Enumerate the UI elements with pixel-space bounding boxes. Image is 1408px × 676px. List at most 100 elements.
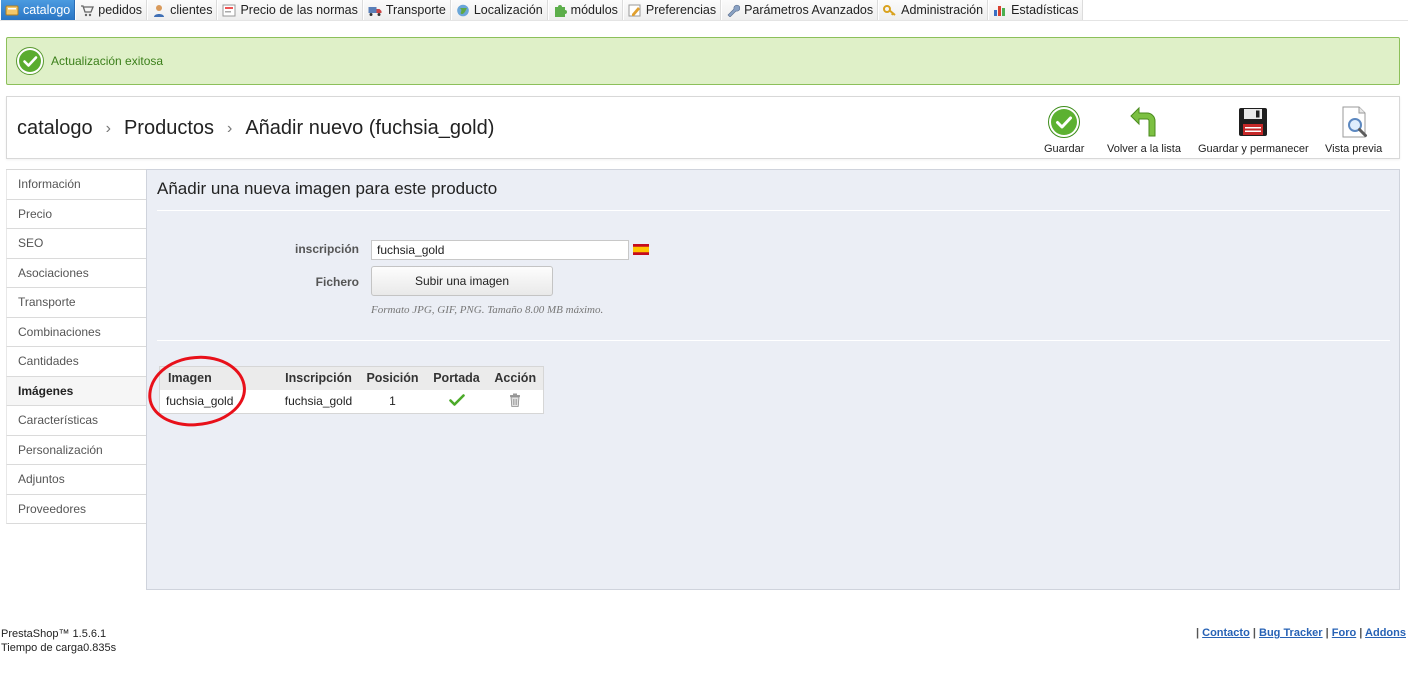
breadcrumb-productos[interactable]: Productos — [124, 117, 214, 140]
table-header-row: Imagen Inscripción Posición Portada Acci… — [159, 366, 544, 390]
success-check-icon — [15, 46, 45, 76]
menu-label: Localización — [473, 3, 543, 17]
menu-label: Precio de las normas — [240, 3, 358, 17]
tab-transporte[interactable]: Transporte — [6, 288, 147, 318]
spain-flag-icon[interactable] — [633, 244, 649, 255]
cell-position: 1 — [389, 394, 396, 409]
preview-label: Vista previa — [1325, 143, 1383, 155]
inscription-input[interactable] — [371, 240, 629, 260]
save-label: Guardar — [1044, 143, 1085, 155]
tab-asociaciones[interactable]: Asociaciones — [6, 258, 147, 288]
upload-image-button[interactable]: Subir una imagen — [371, 266, 553, 296]
footer-load-time: Tiempo de carga0.835s — [1, 642, 117, 654]
footer-link-addons[interactable]: Addons — [1365, 627, 1406, 639]
col-posicion: Posición — [359, 366, 426, 390]
menu-item-parametros-avanzados[interactable]: Parámetros Avanzados — [721, 0, 879, 20]
file-label: Fichero — [315, 275, 359, 289]
tab-precio[interactable]: Precio — [6, 199, 147, 229]
stats-icon — [993, 4, 1007, 17]
cell-image: fuchsia_gold — [166, 394, 234, 409]
product-tabs: Información Precio SEO Asociaciones Tran… — [6, 169, 147, 524]
menu-item-transporte[interactable]: Transporte — [362, 0, 451, 20]
menu-label: módulos — [570, 3, 618, 17]
menu-item-catalogo[interactable]: catalogo — [0, 0, 76, 20]
tab-combinaciones[interactable]: Combinaciones — [6, 317, 147, 347]
footer-links: | Contacto | Bug Tracker | Foro | Addons — [1195, 627, 1406, 639]
image-table: Imagen Inscripción Posición Portada Acci… — [159, 366, 544, 414]
inscription-label: inscripción — [294, 242, 359, 256]
customer-icon — [152, 4, 166, 17]
preferences-icon — [628, 4, 642, 17]
cell-inscription: fuchsia_gold — [284, 394, 353, 409]
menu-item-modulos[interactable]: módulos — [547, 0, 623, 20]
cell-action — [488, 390, 544, 414]
col-portada: Portada — [425, 366, 488, 390]
table-row: fuchsia_gold fuchsia_gold 1 — [160, 390, 544, 414]
menu-label: Estadísticas — [1011, 3, 1079, 17]
trash-icon[interactable] — [509, 393, 521, 410]
footer-info: PrestaShop™ 1.5.6.1 Tiempo de carga0.835… — [1, 627, 116, 655]
menu-label: clientes — [170, 3, 213, 17]
tab-seo[interactable]: SEO — [6, 229, 147, 259]
tab-personalizacion[interactable]: Personalización — [6, 435, 147, 465]
save-and-stay-label: Guardar y permanecer — [1198, 143, 1309, 155]
breadcrumb-separator: › — [105, 119, 111, 137]
save-check-icon — [1047, 105, 1081, 139]
menu-label: Transporte — [385, 3, 446, 17]
menu-label: Parámetros Avanzados — [744, 3, 874, 17]
puzzle-icon — [553, 4, 567, 17]
back-to-list-button[interactable]: Volver a la lista — [1107, 105, 1181, 155]
divider — [157, 340, 1390, 341]
back-label: Volver a la lista — [1107, 143, 1181, 155]
save-and-stay-button[interactable]: Guardar y permanecer — [1198, 105, 1309, 155]
footer-link-foro[interactable]: Foro — [1332, 627, 1356, 639]
catalog-icon — [5, 4, 19, 17]
back-arrow-icon — [1127, 105, 1161, 139]
menu-item-pedidos[interactable]: pedidos — [75, 0, 148, 20]
cart-icon — [80, 4, 95, 17]
floppy-disk-icon — [1236, 105, 1270, 139]
divider — [157, 210, 1390, 211]
menu-label: Preferencias — [645, 3, 717, 17]
success-banner: Actualización exitosa — [6, 37, 1400, 85]
breadcrumb-catalogo[interactable]: catalogo — [17, 117, 93, 140]
panel-title: Añadir una nueva imagen para este produc… — [157, 179, 498, 198]
menu-item-price-rules[interactable]: Precio de las normas — [217, 0, 363, 20]
menu-item-estadisticas[interactable]: Estadísticas — [988, 0, 1084, 20]
tab-informacion[interactable]: Información — [6, 170, 147, 200]
images-panel: Añadir una nueva imagen para este produc… — [145, 169, 1400, 590]
tab-adjuntos[interactable]: Adjuntos — [6, 465, 147, 495]
wrench-icon — [726, 4, 741, 17]
cell-cover — [426, 390, 488, 414]
col-accion: Acción — [487, 366, 544, 390]
menu-item-localizacion[interactable]: Localización — [450, 0, 548, 20]
breadcrumb-current: Añadir nuevo (fuchsia_gold) — [245, 117, 495, 139]
menu-item-clientes[interactable]: clientes — [147, 0, 218, 20]
tab-cantidades[interactable]: Cantidades — [6, 347, 147, 377]
footer-link-bug-tracker[interactable]: Bug Tracker — [1259, 627, 1323, 639]
footer-version: PrestaShop™ 1.5.6.1 — [1, 628, 107, 640]
footer-link-contacto[interactable]: Contacto — [1202, 627, 1250, 639]
menu-item-preferencias[interactable]: Preferencias — [622, 0, 722, 20]
menu-label: pedidos — [98, 3, 143, 17]
globe-icon — [456, 4, 470, 17]
preview-button[interactable]: Vista previa — [1325, 105, 1382, 155]
preview-magnifier-icon — [1337, 105, 1371, 139]
col-imagen: Imagen — [159, 366, 278, 390]
key-icon — [883, 4, 897, 17]
save-button[interactable]: Guardar — [1044, 105, 1084, 155]
price-rules-icon — [222, 4, 236, 17]
success-message: Actualización exitosa — [51, 54, 164, 68]
breadcrumb-separator: › — [227, 119, 233, 137]
tab-caracteristicas[interactable]: Características — [6, 406, 147, 436]
page-toolbar: catalogo › Productos › Añadir nuevo (fuc… — [6, 96, 1400, 159]
menu-label: Administración — [901, 3, 984, 17]
tab-imagenes[interactable]: Imágenes — [6, 376, 147, 406]
cover-check-icon[interactable] — [448, 393, 465, 409]
breadcrumb: catalogo › Productos › Añadir nuevo (fuc… — [17, 117, 494, 140]
menu-item-administracion[interactable]: Administración — [878, 0, 989, 20]
file-format-hint: Formato JPG, GIF, PNG. Tamaño 8.00 MB má… — [371, 304, 604, 316]
menu-label: catalogo — [23, 3, 71, 17]
tab-proveedores[interactable]: Proveedores — [6, 494, 147, 524]
truck-icon — [368, 4, 382, 17]
